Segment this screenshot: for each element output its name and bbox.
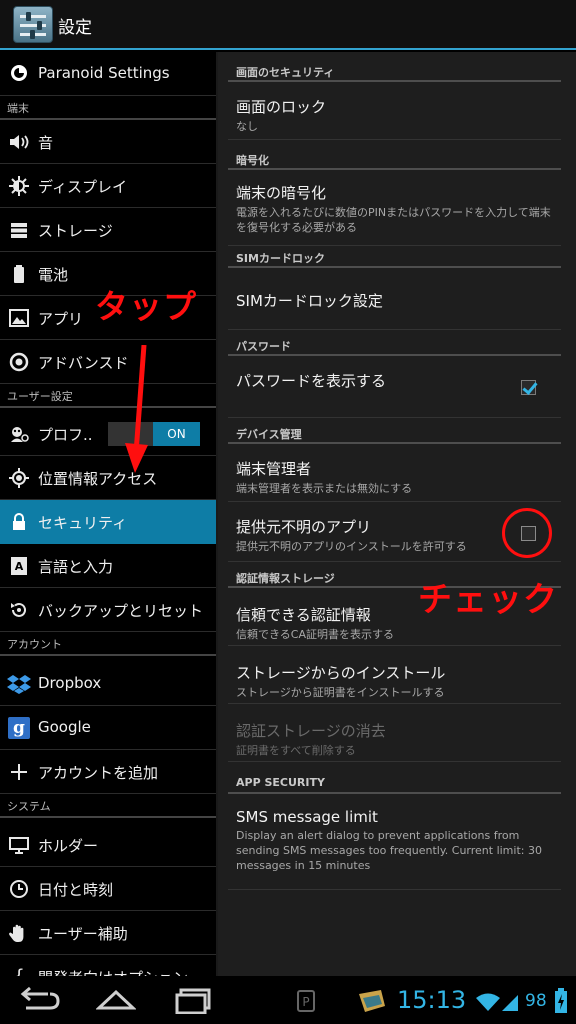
lock-icon	[8, 511, 30, 533]
pref-clear-credentials: 認証ストレージの消去 証明書をすべて削除する	[228, 704, 561, 762]
show-password-checkbox[interactable]	[521, 380, 536, 395]
volume-icon	[8, 131, 30, 153]
sidebar-header-system: システム	[0, 794, 216, 818]
svg-text:P: P	[302, 995, 309, 1009]
sidebar-item-advanced[interactable]: アドバンスド	[0, 340, 216, 384]
pref-title: 提供元不明のアプリ	[236, 518, 372, 536]
sidebar-item-language[interactable]: A 言語と入力	[0, 544, 216, 588]
sidebar-item-add-account[interactable]: アカウントを追加	[0, 750, 216, 794]
monitor-icon	[8, 834, 30, 856]
pref-summary: なし	[236, 120, 258, 133]
category-encryption: 暗号化	[228, 146, 561, 170]
sidebar-header-account: アカウント	[0, 632, 216, 656]
back-button-icon[interactable]	[20, 986, 60, 1014]
sidebar-item-location[interactable]: 位置情報アクセス	[0, 456, 216, 500]
battery-icon	[8, 263, 30, 285]
pref-title: SIMカードロック設定	[236, 292, 383, 310]
dropbox-icon	[6, 673, 32, 695]
pref-show-password[interactable]: パスワードを表示する	[228, 356, 561, 418]
sidebar-item-paranoid-settings[interactable]: Paranoid Settings	[0, 52, 216, 96]
language-icon: A	[8, 555, 30, 577]
pref-summary: 信頼できるCA証明書を表示する	[236, 628, 394, 641]
sidebar-item-sound[interactable]: 音	[0, 120, 216, 164]
pref-screen-lock[interactable]: 画面のロック なし	[228, 82, 561, 140]
pref-title: 信頼できる認証情報	[236, 606, 371, 624]
category-device-admin: デバイス管理	[228, 420, 561, 444]
battery-charging-icon	[555, 988, 567, 1013]
apps-icon	[8, 307, 30, 329]
sidebar-item-label: Paranoid Settings	[38, 64, 170, 82]
sidebar-header-device: 端末	[0, 96, 216, 120]
pref-title: ストレージからのインストール	[236, 664, 446, 682]
hand-icon	[8, 922, 30, 944]
sidebar-item-holder[interactable]: ホルダー	[0, 823, 216, 867]
pref-title: 認証ストレージの消去	[236, 722, 386, 740]
annotation-check: チェック	[418, 580, 558, 620]
advanced-icon	[8, 351, 30, 373]
pref-title: 画面のロック	[236, 98, 327, 116]
pref-sms-message-limit[interactable]: SMS message limit Display an alert dialo…	[228, 794, 561, 890]
home-button-icon[interactable]	[96, 986, 136, 1014]
toggle-on-label: ON	[153, 422, 200, 446]
action-bar: 設定	[0, 0, 576, 50]
recent-apps-button-icon[interactable]	[175, 986, 215, 1014]
storage-icon	[8, 219, 30, 241]
google-icon: g	[8, 717, 30, 739]
signal-icon	[502, 995, 518, 1011]
braces-icon: { }	[8, 966, 30, 976]
annotation-circle	[502, 508, 552, 558]
pref-device-admins[interactable]: 端末管理者 端末管理者を表示または無効にする	[228, 444, 561, 502]
sidebar-item-storage[interactable]: ストレージ	[0, 208, 216, 252]
annotation-tap: タップ	[95, 287, 197, 326]
sidebar-item-accessibility[interactable]: ユーザー補助	[0, 911, 216, 955]
category-password: パスワード	[228, 332, 561, 356]
pref-summary: 端末管理者を表示または無効にする	[236, 482, 413, 495]
pref-title: 端末の暗号化	[236, 184, 327, 202]
pref-title: パスワードを表示する	[236, 372, 387, 390]
category-app-security: APP SECURITY	[228, 770, 561, 794]
pref-encrypt-device[interactable]: 端末の暗号化 電源を入れるたびに数値のPINまたはパスワードを入力して端末を復号…	[228, 170, 561, 246]
category-sim-lock: SIMカードロック	[228, 244, 561, 268]
brightness-icon	[8, 175, 30, 197]
pref-install-from-storage[interactable]: ストレージからのインストール ストレージから証明書をインストールする	[228, 646, 561, 704]
sidebar-item-security[interactable]: セキュリティ	[0, 500, 216, 544]
sidebar-item-dropbox[interactable]: Dropbox	[0, 662, 216, 706]
pref-sim-lock[interactable]: SIMカードロック設定	[228, 268, 561, 330]
sidebar-item-google[interactable]: g Google	[0, 706, 216, 750]
app-notification-icon[interactable]	[357, 988, 387, 1014]
sidebar-header-user: ユーザー設定	[0, 384, 216, 408]
pref-summary: ストレージから証明書をインストールする	[236, 686, 445, 699]
settings-sidebar: Paranoid Settings 端末 音 ディスプレイ ストレージ 電池 ア…	[0, 52, 216, 976]
pref-summary: Display an alert dialog to prevent appli…	[236, 829, 542, 872]
sidebar-item-date-time[interactable]: 日付と時刻	[0, 867, 216, 911]
settings-app-icon[interactable]	[13, 6, 53, 43]
app-title: 設定	[58, 18, 92, 38]
clock-icon	[8, 878, 30, 900]
pref-summary: 電源を入れるたびに数値のPINまたはパスワードを入力して端末を復号化する必要があ…	[236, 206, 551, 234]
wifi-icon	[476, 993, 500, 1011]
annotation-arrow-icon	[125, 345, 148, 473]
status-clock: 15:13	[397, 986, 467, 1014]
sidebar-item-backup-reset[interactable]: バックアップとリセット	[0, 588, 216, 632]
pref-title: SMS message limit	[236, 808, 378, 826]
paranoid-icon	[8, 63, 30, 85]
sidebar-item-profiles[interactable]: プロフ.. ON	[0, 412, 216, 456]
add-icon	[8, 761, 30, 783]
category-screen-security: 画面のセキュリティ	[228, 58, 561, 82]
profile-icon	[8, 423, 30, 445]
battery-percentage: 98	[525, 991, 547, 1011]
svg-text:A: A	[15, 560, 24, 573]
paranoid-notification-icon[interactable]: P	[296, 989, 316, 1013]
sidebar-item-developer-options[interactable]: { } 開発者向けオプション	[0, 955, 216, 976]
sidebar-item-display[interactable]: ディスプレイ	[0, 164, 216, 208]
location-icon	[8, 467, 30, 489]
backup-icon	[8, 599, 30, 621]
pref-summary: 証明書をすべて削除する	[236, 744, 356, 757]
pref-title: 端末管理者	[236, 460, 312, 478]
system-navigation-bar: P 15:13 98	[0, 976, 576, 1024]
